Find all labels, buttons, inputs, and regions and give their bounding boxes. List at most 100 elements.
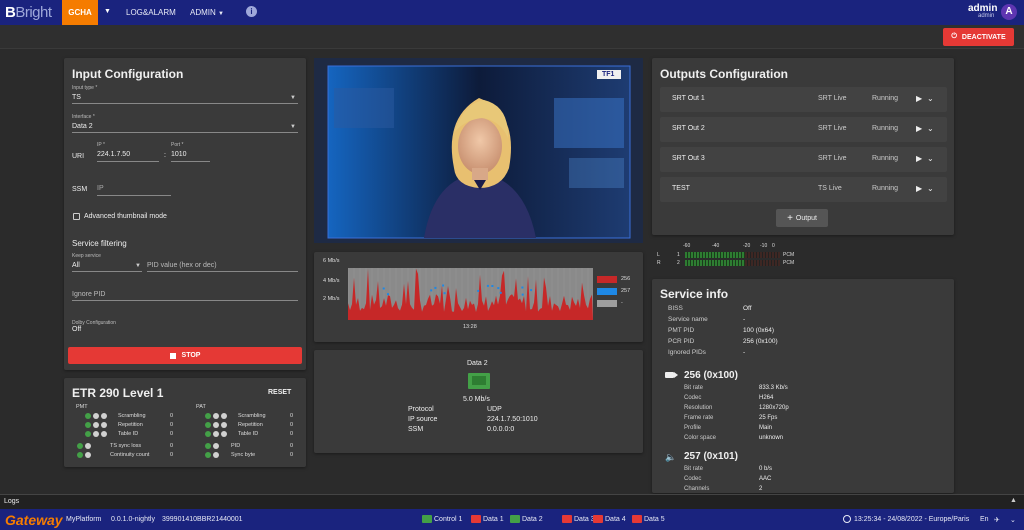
- menu-admin[interactable]: ADMIN ▼: [190, 8, 224, 17]
- play-icon[interactable]: ▶: [916, 184, 922, 193]
- interface-select[interactable]: Data 2: [72, 123, 93, 130]
- chevron-down-icon[interactable]: ⌄: [927, 154, 934, 163]
- etr-label: Continuity count: [110, 452, 150, 458]
- link-status-label[interactable]: Control 1: [434, 516, 462, 523]
- output-status: Running: [872, 185, 899, 192]
- status-dot: [85, 431, 91, 437]
- link-status-label[interactable]: Data 2: [522, 516, 543, 523]
- video-pid-title: 256 (0x100): [684, 370, 738, 381]
- ignore-pid-input[interactable]: Ignore PID: [72, 291, 105, 298]
- link-status-label[interactable]: Data 3: [574, 516, 595, 523]
- etr-label: Table ID: [118, 431, 139, 437]
- output-type: TS Live: [818, 185, 842, 192]
- service-info-label: BISS: [668, 305, 683, 312]
- keep-service-select[interactable]: All: [72, 262, 80, 269]
- output-row[interactable]: SRT Out 2 SRT Live Running ▶ ⌄: [660, 117, 947, 142]
- language-selector[interactable]: En: [980, 516, 989, 523]
- output-row[interactable]: TEST TS Live Running ▶ ⌄: [660, 177, 947, 202]
- avatar[interactable]: A: [1001, 4, 1017, 20]
- speaker-icon: 🔈: [665, 452, 677, 462]
- chevron-down-icon[interactable]: ▼: [290, 95, 296, 101]
- series-257-point: [387, 293, 389, 296]
- status-dot: [85, 422, 91, 428]
- logs-bar[interactable]: Logs ▲: [0, 494, 1024, 509]
- chart-y-tick-label: 4 Mb/s: [323, 278, 340, 284]
- status-dot: [205, 443, 211, 449]
- status-dot: [85, 413, 91, 419]
- output-row[interactable]: SRT Out 1 SRT Live Running ▶ ⌄: [660, 87, 947, 112]
- chevron-up-icon[interactable]: ▲: [1010, 497, 1017, 504]
- interface-label: Interface *: [72, 114, 95, 120]
- etr-label: Repetition: [118, 422, 143, 428]
- bbright-logo[interactable]: BBright: [5, 4, 52, 21]
- legend-label: -: [621, 300, 623, 306]
- version: 0.0.1.0-nightly: [111, 516, 155, 523]
- legend-swatch: [597, 300, 617, 307]
- advanced-thumbnail-checkbox[interactable]: [73, 213, 80, 220]
- etr-count: 0: [170, 413, 174, 419]
- menu-log-alarm[interactable]: LOG&ALARM: [126, 8, 176, 17]
- uri-label: URI: [72, 153, 85, 160]
- etr-label: Repetition: [238, 422, 263, 428]
- link-status-label[interactable]: Data 1: [483, 516, 504, 523]
- chevron-down-icon: ▼: [218, 11, 224, 17]
- legend-label: 256: [621, 276, 631, 282]
- port-field[interactable]: 1010: [171, 151, 187, 158]
- chevron-down-icon[interactable]: ▼: [135, 263, 141, 269]
- link-status-label[interactable]: Data 4: [605, 516, 626, 523]
- meter-tick-label: -20: [743, 243, 751, 249]
- serial-number: 399901410BBR21440001: [162, 516, 243, 523]
- chevron-down-icon[interactable]: ⌄: [927, 94, 934, 103]
- status-dot: [77, 443, 83, 449]
- status-dot: [93, 413, 99, 419]
- link-status-label[interactable]: Data 5: [644, 516, 665, 523]
- output-status: Running: [872, 95, 899, 102]
- etr-count: 0: [170, 422, 174, 428]
- video-detail-label: Profile: [684, 425, 702, 431]
- chevron-down-icon[interactable]: ⌄: [927, 184, 934, 193]
- input-status-value: 224.1.7.50:1010: [487, 416, 538, 423]
- video-thumbnail[interactable]: TF1: [314, 58, 643, 243]
- input-config-title: Input Configuration: [72, 67, 184, 81]
- etr-label: Table ID: [238, 431, 259, 437]
- input-type-label: Input type *: [72, 85, 98, 91]
- output-row[interactable]: SRT Out 3 SRT Live Running ▶ ⌄: [660, 147, 947, 172]
- etr-reset-button[interactable]: RESET: [268, 389, 291, 396]
- legend-swatch: [597, 276, 617, 283]
- play-icon[interactable]: ▶: [916, 94, 922, 103]
- stop-button[interactable]: STOP: [68, 347, 302, 364]
- input-status-value: UDP: [487, 406, 502, 413]
- play-icon[interactable]: ▶: [916, 124, 922, 133]
- input-type-select[interactable]: TS: [72, 94, 81, 101]
- ip-field[interactable]: 224.1.7.50: [97, 151, 130, 158]
- link-status-icon: [632, 515, 642, 523]
- expand-icon[interactable]: ⌄: [1010, 516, 1016, 524]
- status-dot: [213, 422, 219, 428]
- add-output-button[interactable]: + Output: [776, 209, 828, 227]
- chevron-down-icon[interactable]: ▼: [290, 124, 296, 130]
- tab-gcha[interactable]: GCHA: [62, 0, 98, 25]
- etr-label: Scrambling: [118, 413, 146, 419]
- top-navbar: BBright GCHA ▼ LOG&ALARM ADMIN ▼ i admin…: [0, 0, 1024, 25]
- audio-detail-value: 0 b/s: [759, 466, 773, 472]
- meter-tick-label: -40: [712, 243, 720, 249]
- meter-channel-label: R: [657, 260, 661, 266]
- status-dot: [101, 431, 107, 437]
- chevron-down-icon[interactable]: ▼: [104, 8, 111, 15]
- info-icon[interactable]: i: [246, 6, 257, 17]
- ssm-ip-field[interactable]: IP: [97, 185, 104, 192]
- pid-value-input[interactable]: PID value (hex or dec): [147, 262, 217, 269]
- plus-icon: +: [787, 212, 793, 224]
- output-type: SRT Live: [818, 125, 847, 132]
- play-icon[interactable]: ▶: [916, 154, 922, 163]
- series-257-point: [486, 284, 489, 287]
- status-dot: [221, 431, 227, 437]
- etr-count: 0: [290, 452, 294, 458]
- output-name: SRT Out 2: [672, 125, 705, 132]
- output-type: SRT Live: [818, 95, 847, 102]
- output-name: SRT Out 3: [672, 155, 705, 162]
- chevron-down-icon[interactable]: ⌄: [927, 124, 934, 133]
- deactivate-button[interactable]: ⏻ DEACTIVATE: [943, 28, 1014, 46]
- gateway-brand: Gateway: [5, 512, 63, 528]
- chart-x-tick-label: 13:28: [463, 324, 477, 330]
